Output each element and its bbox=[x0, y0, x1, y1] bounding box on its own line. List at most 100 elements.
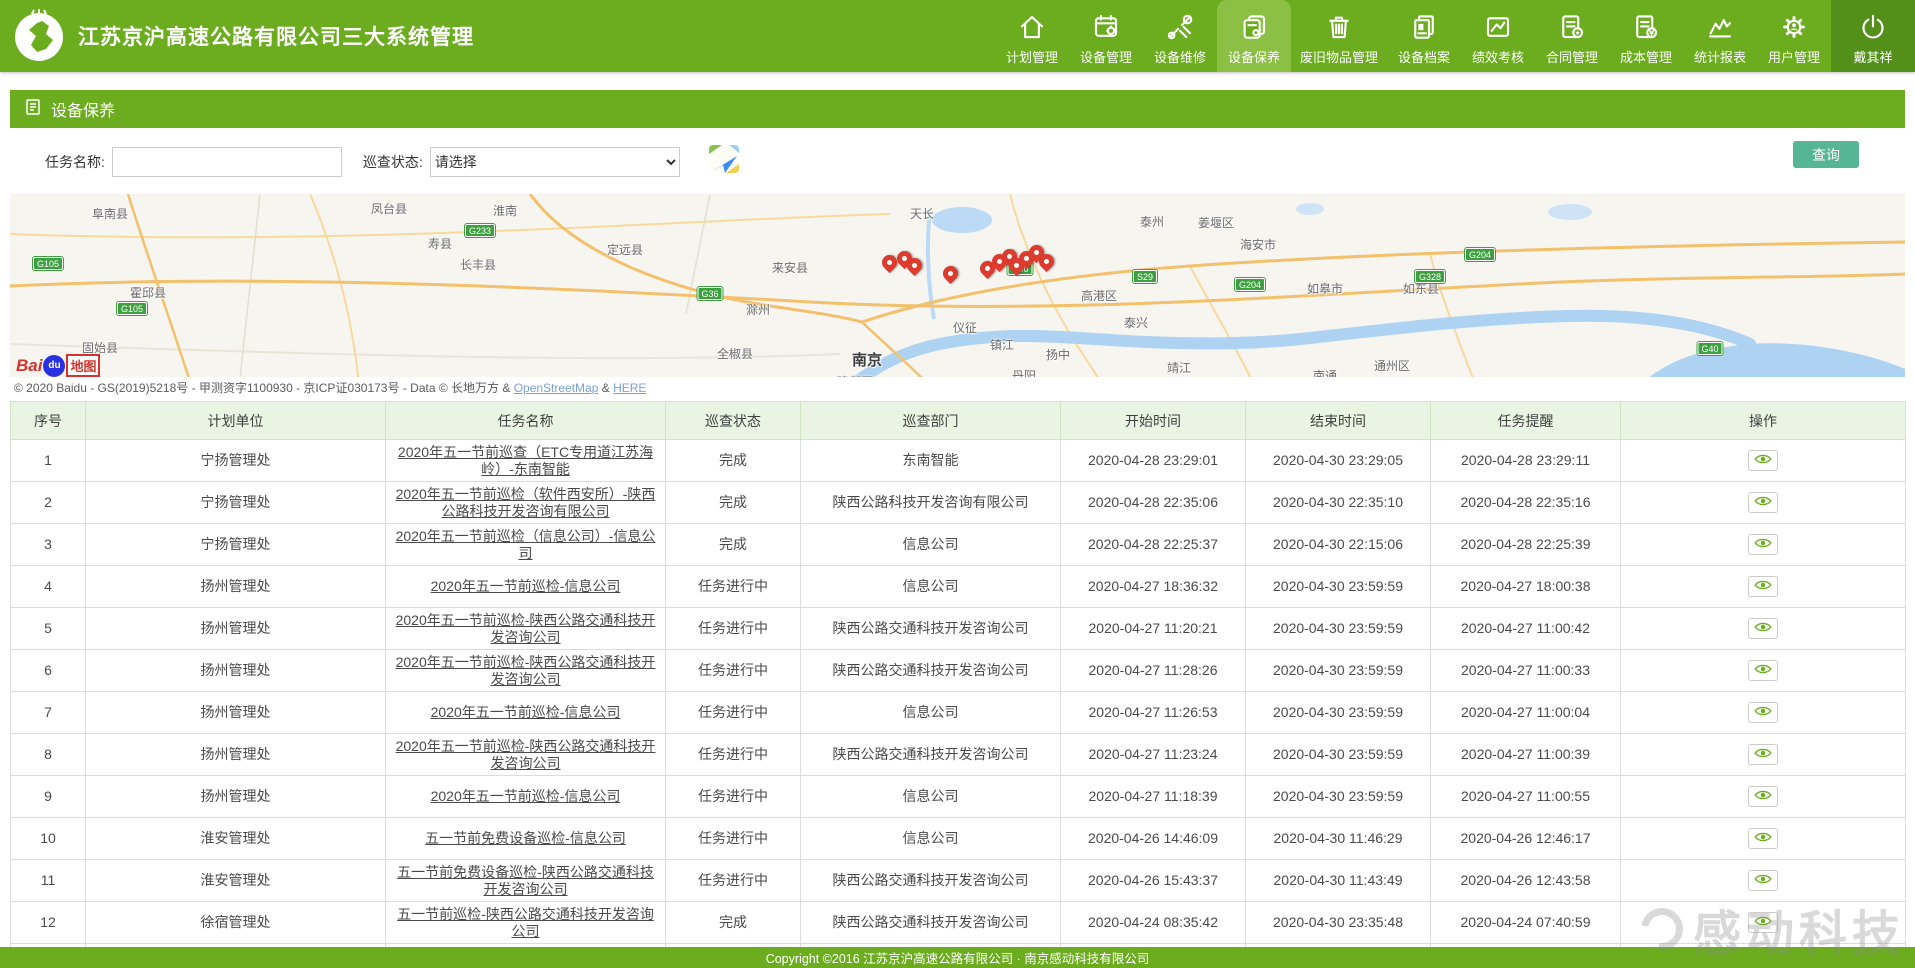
nav-item-label: 设备档案 bbox=[1398, 47, 1450, 66]
task-link[interactable]: 2020年五一节前巡检-陕西公路交通科技开发咨询公司 bbox=[396, 612, 656, 645]
chart-image-icon bbox=[1483, 9, 1513, 45]
nav-item-current-user[interactable]: 戴其祥 bbox=[1831, 0, 1915, 72]
view-button[interactable] bbox=[1748, 534, 1778, 555]
osm-link[interactable]: OpenStreetMap bbox=[514, 381, 599, 395]
eye-icon bbox=[1753, 873, 1773, 888]
nav-item-label: 设备保养 bbox=[1228, 47, 1280, 66]
cell-start-time: 2020-04-27 11:18:39 bbox=[1061, 776, 1246, 818]
cell-no: 7 bbox=[11, 692, 86, 734]
task-link[interactable]: 2020年五一节前巡检-陕西公路交通科技开发咨询公司 bbox=[396, 738, 656, 771]
cell-dept: 陕西公路交通科技开发咨询公司 bbox=[801, 650, 1061, 692]
view-button[interactable] bbox=[1748, 912, 1778, 933]
cell-no: 11 bbox=[11, 860, 86, 902]
cell-status: 完成 bbox=[666, 902, 801, 944]
column-header: 巡查部门 bbox=[801, 402, 1061, 440]
map-city-label: 通州区 bbox=[1374, 357, 1410, 374]
document-icon bbox=[24, 98, 42, 121]
cell-status: 任务进行中 bbox=[666, 734, 801, 776]
map-city-label: 泰兴 bbox=[1124, 314, 1148, 331]
task-link[interactable]: 五一节前巡检-陕西公路交通科技开发咨询公司 bbox=[397, 906, 654, 939]
cell-remind-time: 2020-04-28 23:29:11 bbox=[1431, 440, 1621, 482]
cell-unit: 扬州管理处 bbox=[86, 608, 386, 650]
road-shield: G40 bbox=[1697, 342, 1722, 355]
task-link[interactable]: 2020年五一节前巡检-信息公司 bbox=[431, 788, 621, 804]
map-city-label: 凤台县 bbox=[371, 200, 407, 217]
task-link[interactable]: 五一节前免费设备巡检-陕西公路交通科技开发咨询公司 bbox=[397, 864, 654, 897]
view-button[interactable] bbox=[1748, 744, 1778, 765]
map-canvas bbox=[10, 194, 1905, 397]
status-select[interactable]: 请选择 bbox=[430, 147, 680, 177]
task-name-input[interactable] bbox=[112, 147, 342, 177]
nav-item-cost[interactable]: 成本管理 bbox=[1609, 0, 1683, 72]
table-row: 11淮安管理处五一节前免费设备巡检-陕西公路交通科技开发咨询公司任务进行中陕西公… bbox=[11, 860, 1906, 902]
nav-item-label: 合同管理 bbox=[1546, 47, 1598, 66]
eye-icon bbox=[1753, 705, 1773, 720]
view-button[interactable] bbox=[1748, 828, 1778, 849]
map-locate-icon[interactable] bbox=[706, 142, 742, 181]
eye-icon bbox=[1753, 579, 1773, 594]
cell-start-time: 2020-04-27 11:20:21 bbox=[1061, 608, 1246, 650]
nav-item-waste-goods[interactable]: 废旧物品管理 bbox=[1291, 0, 1387, 72]
nav-item-contracts[interactable]: 合同管理 bbox=[1535, 0, 1609, 72]
tasks-table: 序号计划单位任务名称巡查状态巡查部门开始时间结束时间任务提醒操作 1宁扬管理处2… bbox=[10, 401, 1906, 968]
search-button[interactable]: 查询 bbox=[1793, 141, 1859, 168]
map-city-label: 高港区 bbox=[1081, 287, 1117, 304]
cell-dept: 信息公司 bbox=[801, 524, 1061, 566]
nav-item-device-files[interactable]: 设备档案 bbox=[1387, 0, 1461, 72]
section-bar: 设备保养 bbox=[10, 90, 1905, 128]
nav-item-device-maint[interactable]: 设备保养 bbox=[1217, 0, 1291, 72]
cell-remind-time: 2020-04-24 07:40:59 bbox=[1431, 902, 1621, 944]
task-link[interactable]: 2020年五一节前巡检-信息公司 bbox=[431, 578, 621, 594]
eye-icon bbox=[1753, 495, 1773, 510]
task-link[interactable]: 2020年五一节前巡检（软件西安所）-陕西公路科技开发咨询有限公司 bbox=[396, 486, 656, 519]
road-shield: G233 bbox=[465, 224, 495, 237]
cell-no: 1 bbox=[11, 440, 86, 482]
cell-status: 完成 bbox=[666, 440, 801, 482]
road-shield: G105 bbox=[117, 302, 147, 315]
view-button[interactable] bbox=[1748, 492, 1778, 513]
cell-end-time: 2020-04-30 23:59:59 bbox=[1246, 608, 1431, 650]
view-button[interactable] bbox=[1748, 870, 1778, 891]
baidu-map[interactable]: 阜南县凤台县淮南寿县长丰县霍邱县固始县定远县来安县天长滁州全椒县南京建邺区仪征镇… bbox=[10, 194, 1905, 397]
line-chart-icon bbox=[1705, 9, 1735, 45]
cell-task: 五一节前免费设备巡检-陕西公路交通科技开发咨询公司 bbox=[386, 860, 666, 902]
cell-unit: 扬州管理处 bbox=[86, 734, 386, 776]
view-button[interactable] bbox=[1748, 576, 1778, 597]
nav-item-performance[interactable]: 绩效考核 bbox=[1461, 0, 1535, 72]
column-header: 开始时间 bbox=[1061, 402, 1246, 440]
documents-icon bbox=[1409, 9, 1439, 45]
task-link[interactable]: 2020年五一节前巡查（ETC专用道江苏海岭）-东南智能 bbox=[398, 444, 653, 477]
cell-no: 5 bbox=[11, 608, 86, 650]
eye-icon bbox=[1753, 831, 1773, 846]
view-button[interactable] bbox=[1748, 618, 1778, 639]
task-link[interactable]: 2020年五一节前巡检-信息公司 bbox=[431, 704, 621, 720]
view-button[interactable] bbox=[1748, 660, 1778, 681]
power-icon bbox=[1858, 9, 1888, 45]
nav-item-device-repair[interactable]: 设备维修 bbox=[1143, 0, 1217, 72]
nav-item-users[interactable]: 用户管理 bbox=[1757, 0, 1831, 72]
cell-task: 2020年五一节前巡检（软件西安所）-陕西公路科技开发咨询有限公司 bbox=[386, 482, 666, 524]
nav-item-plan[interactable]: 计划管理 bbox=[995, 0, 1069, 72]
cell-action bbox=[1621, 482, 1906, 524]
nav-item-reports[interactable]: 统计报表 bbox=[1683, 0, 1757, 72]
cell-remind-time: 2020-04-28 22:25:39 bbox=[1431, 524, 1621, 566]
here-link[interactable]: HERE bbox=[613, 381, 646, 395]
jiangsu-map-logo-icon bbox=[12, 9, 66, 63]
task-link[interactable]: 2020年五一节前巡检（信息公司）-信息公司 bbox=[396, 528, 656, 561]
cell-status: 任务进行中 bbox=[666, 692, 801, 734]
home-icon bbox=[1017, 9, 1047, 45]
cell-end-time: 2020-04-30 11:46:29 bbox=[1246, 818, 1431, 860]
task-link[interactable]: 五一节前免费设备巡检-信息公司 bbox=[425, 830, 626, 846]
cell-dept: 陕西公路交通科技开发咨询公司 bbox=[801, 902, 1061, 944]
copyright-text: Copyright ©2016 江苏京沪高速公路有限公司 · 南京感动科技有限公… bbox=[766, 948, 1150, 967]
map-attribution: © 2020 Baidu - GS(2019)5218号 - 甲测资字11009… bbox=[10, 377, 1905, 397]
view-button[interactable] bbox=[1748, 786, 1778, 807]
cell-remind-time: 2020-04-26 12:43:58 bbox=[1431, 860, 1621, 902]
gear-icon bbox=[1779, 9, 1809, 45]
view-button[interactable] bbox=[1748, 450, 1778, 471]
nav-item-device-mgmt[interactable]: 设备管理 bbox=[1069, 0, 1143, 72]
view-button[interactable] bbox=[1748, 702, 1778, 723]
cell-status: 任务进行中 bbox=[666, 566, 801, 608]
task-link[interactable]: 2020年五一节前巡检-陕西公路交通科技开发咨询公司 bbox=[396, 654, 656, 687]
cell-start-time: 2020-04-27 11:23:24 bbox=[1061, 734, 1246, 776]
